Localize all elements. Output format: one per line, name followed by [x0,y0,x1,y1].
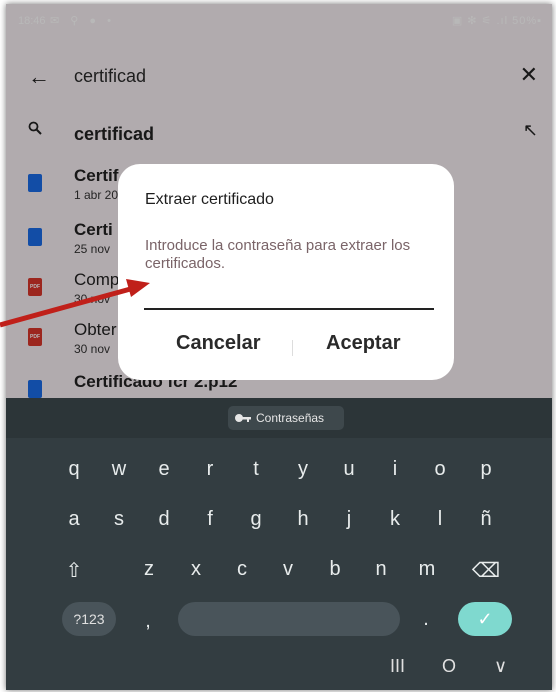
enter-key[interactable]: ✓ [458,602,512,636]
keyboard: Contraseñas q w e r t y u i o p a s d f … [6,398,552,690]
key-s[interactable]: s [103,508,135,531]
hide-keyboard-icon[interactable]: ∨ [494,656,507,677]
key-c[interactable]: c [226,558,258,581]
key-r[interactable]: r [194,458,226,481]
key-y[interactable]: y [287,458,319,481]
dialog-message: Introduce la contraseña para extraer los… [145,237,411,272]
key-v[interactable]: v [272,558,304,581]
key-n-tilde[interactable]: ñ [470,508,502,531]
key-h[interactable]: h [287,508,319,531]
key-z[interactable]: z [133,558,165,581]
key-b[interactable]: b [319,558,351,581]
shift-key-icon[interactable]: ⇧ [58,558,90,583]
key-t[interactable]: t [240,458,272,481]
key-n[interactable]: n [365,558,397,581]
key-i[interactable]: i [379,458,411,481]
password-field[interactable] [144,278,434,310]
accept-button[interactable]: Aceptar [326,332,400,355]
key-icon [235,414,251,422]
key-m[interactable]: m [411,558,443,581]
key-g[interactable]: g [240,508,272,531]
key-p[interactable]: p [470,458,502,481]
extract-certificate-dialog: Extraer certificado Introduce la contras… [118,164,454,380]
key-k[interactable]: k [379,508,411,531]
key-comma[interactable]: , [132,610,164,633]
key-u[interactable]: u [333,458,365,481]
dialog-title: Extraer certificado [145,191,274,208]
files-search-screen: 18:46 ✉ ⚲ ● • ▣ ✻ ⚟ .ıl 50%▪ ← certifica… [6,4,552,398]
key-l[interactable]: l [424,508,456,531]
key-period[interactable]: . [410,608,442,631]
passwords-chip[interactable]: Contraseñas [228,406,344,430]
phone-screen: 18:46 ✉ ⚲ ● • ▣ ✻ ⚟ .ıl 50%▪ ← certifica… [6,4,552,690]
passwords-label: Contraseñas [256,411,325,425]
key-e[interactable]: e [148,458,180,481]
button-divider [292,340,293,356]
cancel-button[interactable]: Cancelar [176,332,261,355]
backspace-key-icon[interactable]: ⌫ [470,558,502,583]
key-j[interactable]: j [333,508,365,531]
symbols-mode-key[interactable]: ?123 [62,602,116,636]
space-key[interactable] [178,602,400,636]
key-o[interactable]: o [424,458,456,481]
recent-apps-icon[interactable]: III [390,656,405,677]
key-a[interactable]: a [58,508,90,531]
key-q[interactable]: q [58,458,90,481]
key-d[interactable]: d [148,508,180,531]
key-f[interactable]: f [194,508,226,531]
key-w[interactable]: w [103,458,135,481]
key-x[interactable]: x [180,558,212,581]
home-icon[interactable]: O [442,656,456,677]
keyboard-toolbar: Contraseñas [6,398,552,438]
